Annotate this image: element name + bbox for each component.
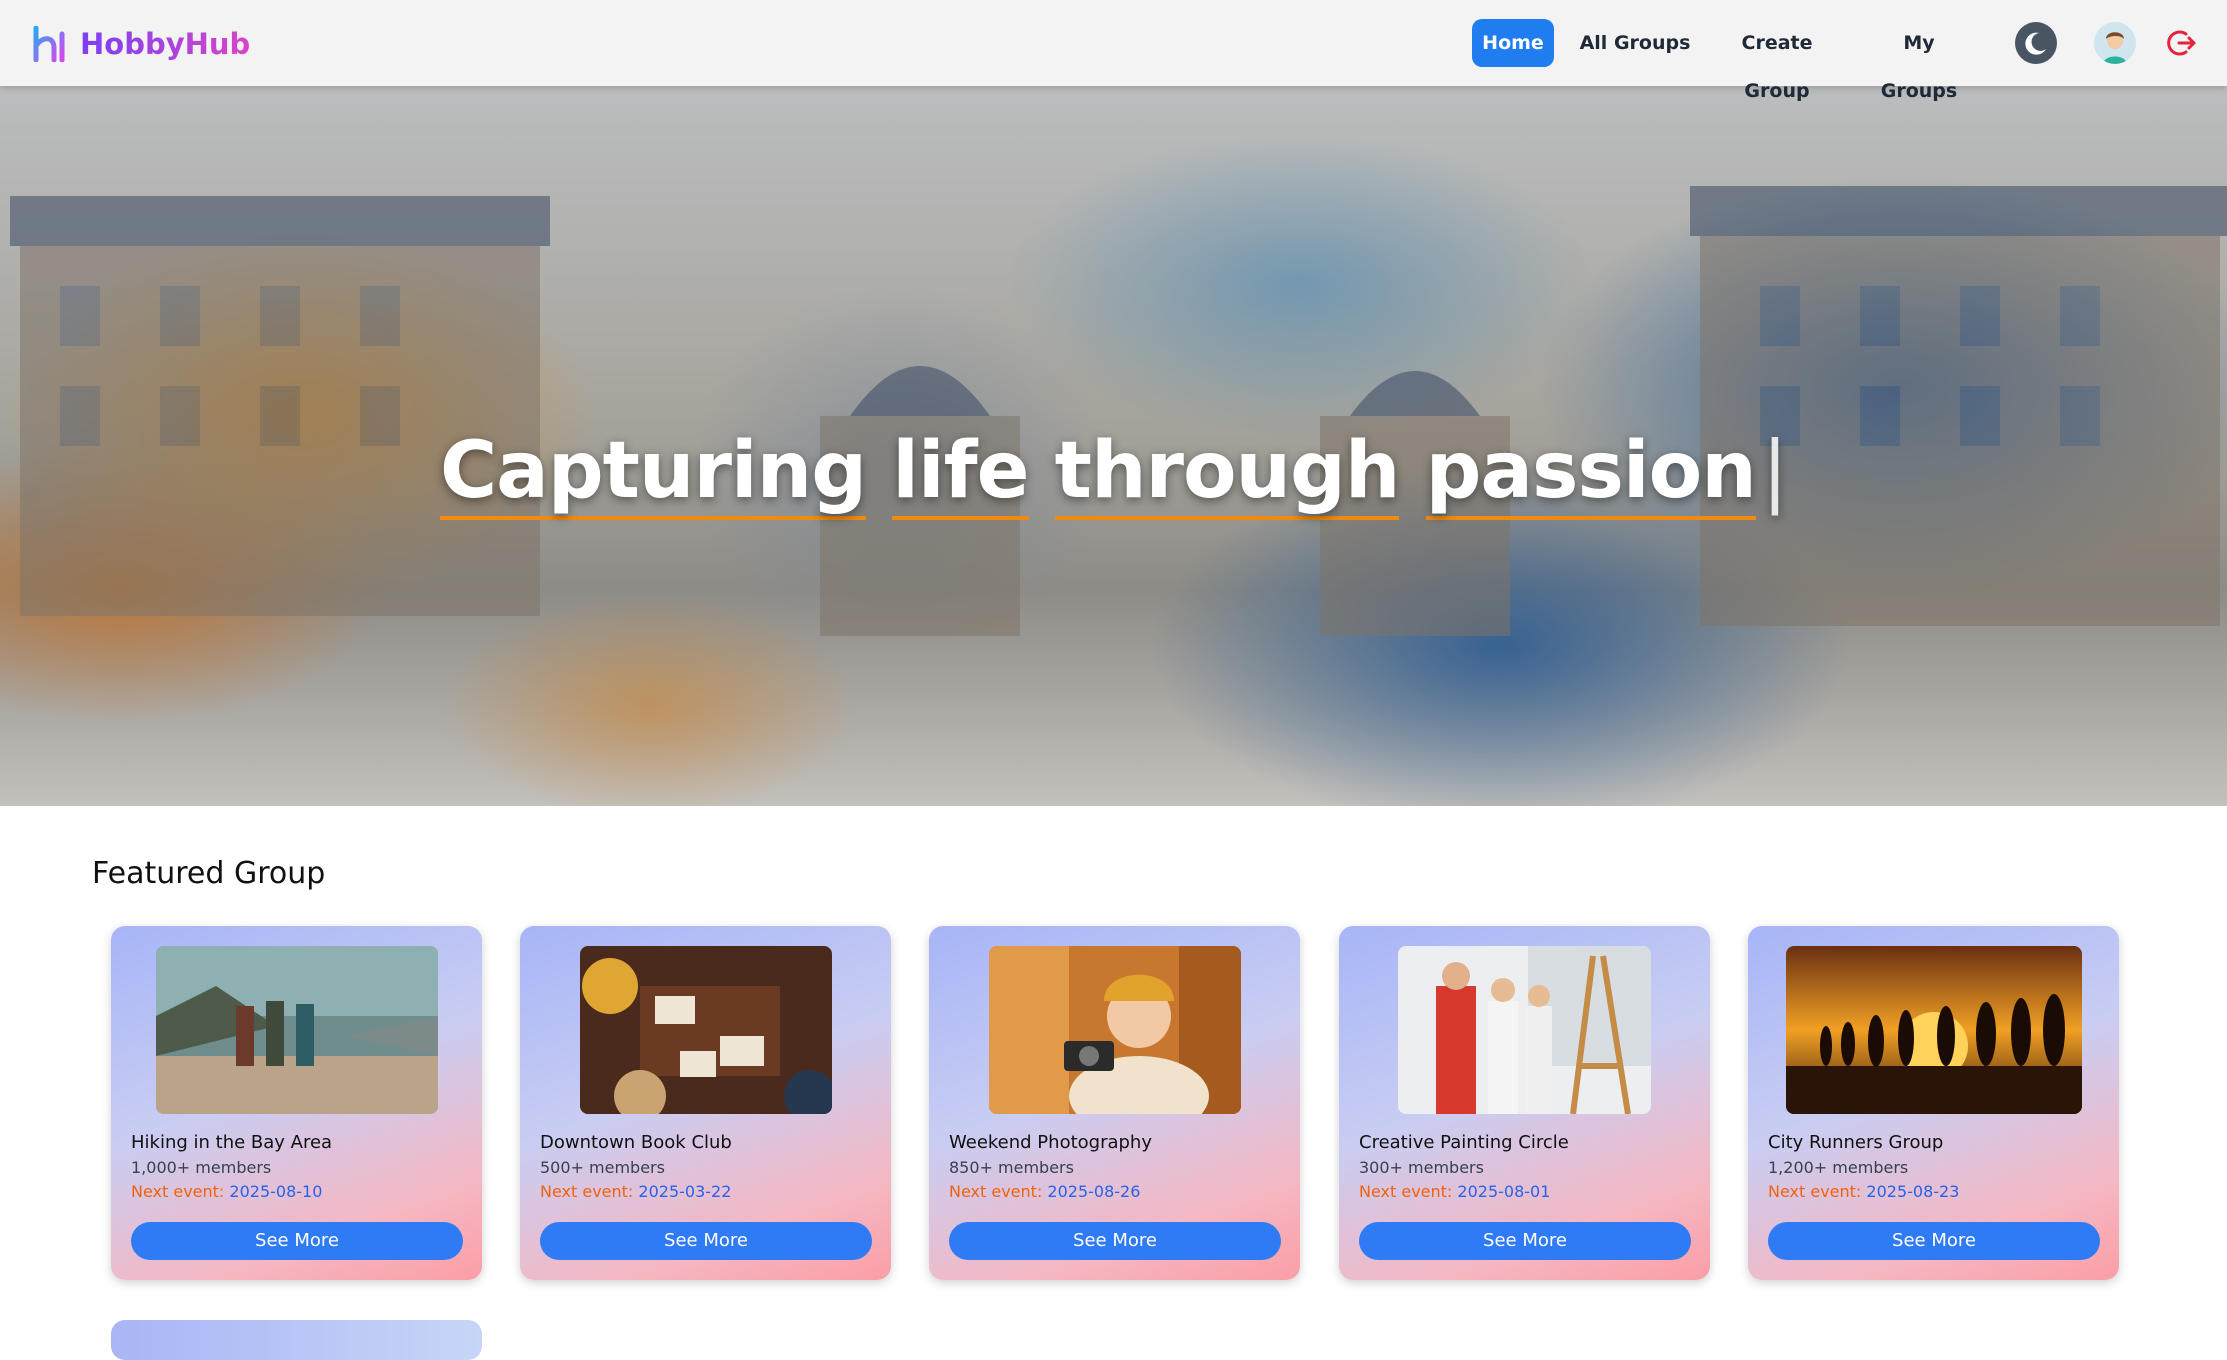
group-members: 1,000+ members: [131, 1158, 272, 1177]
group-image-book-club: [580, 946, 832, 1114]
hero-word: Capturing: [439, 426, 867, 520]
group-next-event: Next event: 2025-08-26: [949, 1182, 1140, 1201]
next-event-date: 2025-08-26: [1047, 1182, 1141, 1201]
nav-my-groups[interactable]: My Groups: [1862, 19, 1976, 102]
logout-icon[interactable]: [2166, 27, 2198, 59]
see-more-button[interactable]: See More: [540, 1222, 872, 1260]
next-event-date: 2025-08-01: [1457, 1182, 1551, 1201]
hobbyhub-logo-icon: [33, 26, 65, 62]
featured-section-title: Featured Group: [92, 856, 326, 891]
avatar-icon: [2094, 22, 2136, 64]
group-name: Weekend Photography: [949, 1132, 1152, 1153]
group-image-painting: [1398, 946, 1651, 1114]
group-card: Weekend Photography 850+ members Next ev…: [929, 926, 1300, 1280]
group-name: City Runners Group: [1768, 1132, 1944, 1153]
hero-headline: Capturing life through passion|: [0, 426, 2227, 520]
nav-create-group[interactable]: Create Group: [1710, 19, 1844, 102]
hero-banner: Capturing life through passion|: [0, 86, 2227, 806]
hero-word: life: [892, 426, 1030, 520]
next-event-date: 2025-03-22: [638, 1182, 732, 1201]
typing-cursor: |: [1761, 426, 1788, 516]
group-members: 850+ members: [949, 1158, 1074, 1177]
group-card: Downtown Book Club 500+ members Next eve…: [520, 926, 891, 1280]
next-event-date: 2025-08-10: [229, 1182, 323, 1201]
group-next-event: Next event: 2025-03-22: [540, 1182, 731, 1201]
group-card: Hiking in the Bay Area 1,000+ members Ne…: [111, 926, 482, 1280]
moon-icon: [2025, 32, 2046, 55]
group-next-event: Next event: 2025-08-01: [1359, 1182, 1550, 1201]
group-name: Creative Painting Circle: [1359, 1132, 1569, 1153]
brand[interactable]: HobbyHub: [32, 24, 250, 64]
group-members: 500+ members: [540, 1158, 665, 1177]
group-card: Creative Painting Circle 300+ members Ne…: [1339, 926, 1710, 1280]
user-avatar[interactable]: [2094, 22, 2136, 64]
navbar: HobbyHub Home All Groups Create Group My…: [0, 0, 2227, 102]
next-event-label: Next event:: [949, 1182, 1043, 1201]
group-card: City Runners Group 1,200+ members Next e…: [1748, 926, 2119, 1280]
nav-all-groups[interactable]: All Groups: [1578, 19, 1692, 67]
see-more-button[interactable]: See More: [1768, 1222, 2100, 1260]
group-name: Downtown Book Club: [540, 1132, 732, 1153]
nav-home[interactable]: Home: [1472, 19, 1554, 67]
next-event-label: Next event:: [540, 1182, 634, 1201]
group-card-partial: [111, 1320, 482, 1360]
next-event-label: Next event:: [1359, 1182, 1453, 1201]
group-image-hiking: [156, 946, 438, 1114]
theme-toggle-button[interactable]: [2015, 22, 2057, 64]
group-next-event: Next event: 2025-08-10: [131, 1182, 322, 1201]
group-image-photography: [989, 946, 1241, 1114]
see-more-button[interactable]: See More: [1359, 1222, 1691, 1260]
group-next-event: Next event: 2025-08-23: [1768, 1182, 1959, 1201]
group-image-runners: [1786, 946, 2082, 1114]
group-members: 300+ members: [1359, 1158, 1484, 1177]
see-more-button[interactable]: See More: [131, 1222, 463, 1260]
group-members: 1,200+ members: [1768, 1158, 1909, 1177]
next-event-label: Next event:: [131, 1182, 225, 1201]
see-more-button[interactable]: See More: [949, 1222, 1281, 1260]
hero-word: passion: [1425, 426, 1757, 520]
next-event-label: Next event:: [1768, 1182, 1862, 1201]
hero-word: through: [1054, 426, 1400, 520]
next-event-date: 2025-08-23: [1866, 1182, 1960, 1201]
brand-name: HobbyHub: [80, 27, 251, 61]
group-name: Hiking in the Bay Area: [131, 1132, 333, 1153]
